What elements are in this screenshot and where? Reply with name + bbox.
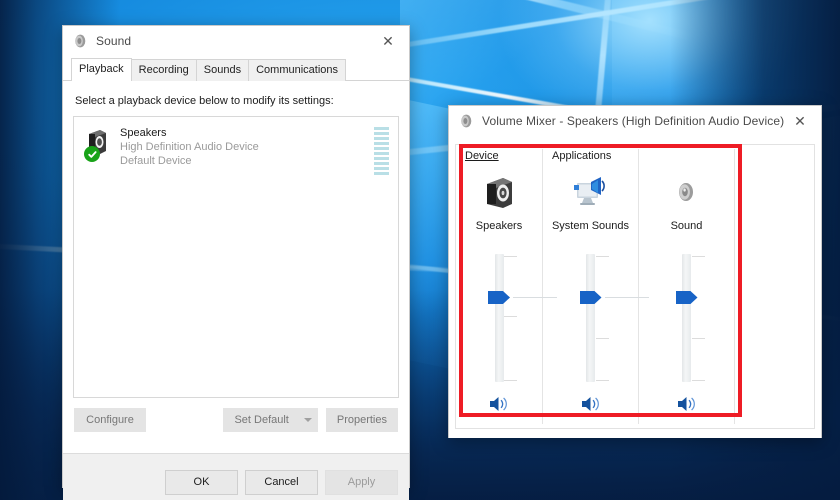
volume-slider-system-sounds[interactable] [543, 254, 638, 382]
close-icon[interactable]: ✕ [367, 26, 409, 56]
channel-name: Sound [671, 220, 703, 232]
slider-track[interactable] [495, 254, 504, 382]
volume-mixer-title: Volume Mixer - Speakers (High Definition… [482, 114, 784, 128]
cancel-button[interactable]: Cancel [245, 470, 318, 495]
volume-slider-speakers[interactable] [456, 254, 542, 382]
system-sounds-icon [574, 176, 608, 210]
applications-group-label: Applications [552, 150, 611, 162]
slider-thumb[interactable] [580, 291, 602, 304]
mixer-device-column: Device Speakers [456, 145, 542, 428]
sound-dialog-footer: OK Cancel Apply [63, 454, 409, 500]
small-speaker-icon [670, 176, 704, 210]
ok-button[interactable]: OK [165, 470, 238, 495]
set-default-button[interactable]: Set Default [223, 408, 298, 432]
volume-on-icon[interactable] [581, 396, 601, 412]
sound-dialog-tabs[interactable]: Playback Recording Sounds Communications [71, 58, 409, 81]
tab-sounds[interactable]: Sounds [196, 59, 249, 81]
volume-slider-sound[interactable] [639, 254, 734, 382]
set-default-split-button[interactable]: Set Default [223, 408, 317, 432]
tab-playback[interactable]: Playback [71, 58, 132, 81]
slider-tick [504, 256, 517, 257]
speaker-icon [459, 113, 475, 129]
device-group-label: Device [465, 150, 499, 162]
volume-mixer-titlebar[interactable]: Volume Mixer - Speakers (High Definition… [449, 106, 821, 136]
slider-thumb[interactable] [488, 291, 510, 304]
speaker-icon [73, 33, 89, 49]
speaker-box-icon [482, 176, 516, 210]
device-name: Speakers [120, 126, 259, 140]
slider-tick [504, 316, 517, 317]
slider-tick [596, 338, 609, 339]
device-text-group: Speakers High Definition Audio Device De… [116, 126, 259, 168]
device-icon-group [82, 126, 116, 164]
volume-mixer-body: Device Speakers [449, 136, 821, 438]
mixer-app-column-system-sounds: Applications System Sounds [543, 145, 638, 428]
sound-dialog-body: Select a playback device below to modify… [63, 81, 409, 454]
device-status: Default Device [120, 154, 259, 168]
tab-recording[interactable]: Recording [131, 59, 197, 81]
slider-tick [692, 338, 705, 339]
configure-button[interactable]: Configure [74, 408, 146, 432]
green-check-icon [84, 146, 100, 162]
playback-device-list[interactable]: Speakers High Definition Audio Device De… [73, 116, 399, 398]
volume-level-meter [374, 127, 389, 175]
list-item[interactable]: Speakers High Definition Audio Device De… [74, 117, 398, 168]
properties-button[interactable]: Properties [326, 408, 398, 432]
slider-track[interactable] [586, 254, 595, 382]
channel-name: System Sounds [552, 220, 629, 232]
mixer-empty-area [735, 145, 814, 428]
slider-tick [692, 380, 705, 381]
sound-dialog-window[interactable]: Sound ✕ Playback Recording Sounds Commun… [62, 25, 410, 488]
slider-tick [504, 380, 517, 381]
slider-thumb[interactable] [676, 291, 698, 304]
sound-dialog-titlebar[interactable]: Sound ✕ [63, 26, 409, 56]
device-action-buttons: Configure Set Default Properties [73, 398, 399, 432]
volume-on-icon[interactable] [489, 396, 509, 412]
mixer-panel: Device Speakers [455, 144, 815, 429]
channel-name: Speakers [476, 220, 522, 232]
device-driver: High Definition Audio Device [120, 140, 259, 154]
slider-tick [692, 256, 705, 257]
apply-button[interactable]: Apply [325, 470, 398, 495]
slider-track[interactable] [682, 254, 691, 382]
slider-tick [596, 256, 609, 257]
sound-dialog-title: Sound [96, 34, 131, 48]
close-icon[interactable]: ✕ [779, 106, 821, 136]
volume-on-icon[interactable] [677, 396, 697, 412]
chevron-down-icon[interactable] [299, 408, 318, 432]
mixer-app-column-sound: Sound [639, 145, 734, 428]
volume-mixer-window[interactable]: Volume Mixer - Speakers (High Definition… [448, 105, 822, 438]
tab-communications[interactable]: Communications [248, 59, 346, 81]
playback-hint-label: Select a playback device below to modify… [73, 81, 399, 116]
slider-tick [596, 380, 609, 381]
